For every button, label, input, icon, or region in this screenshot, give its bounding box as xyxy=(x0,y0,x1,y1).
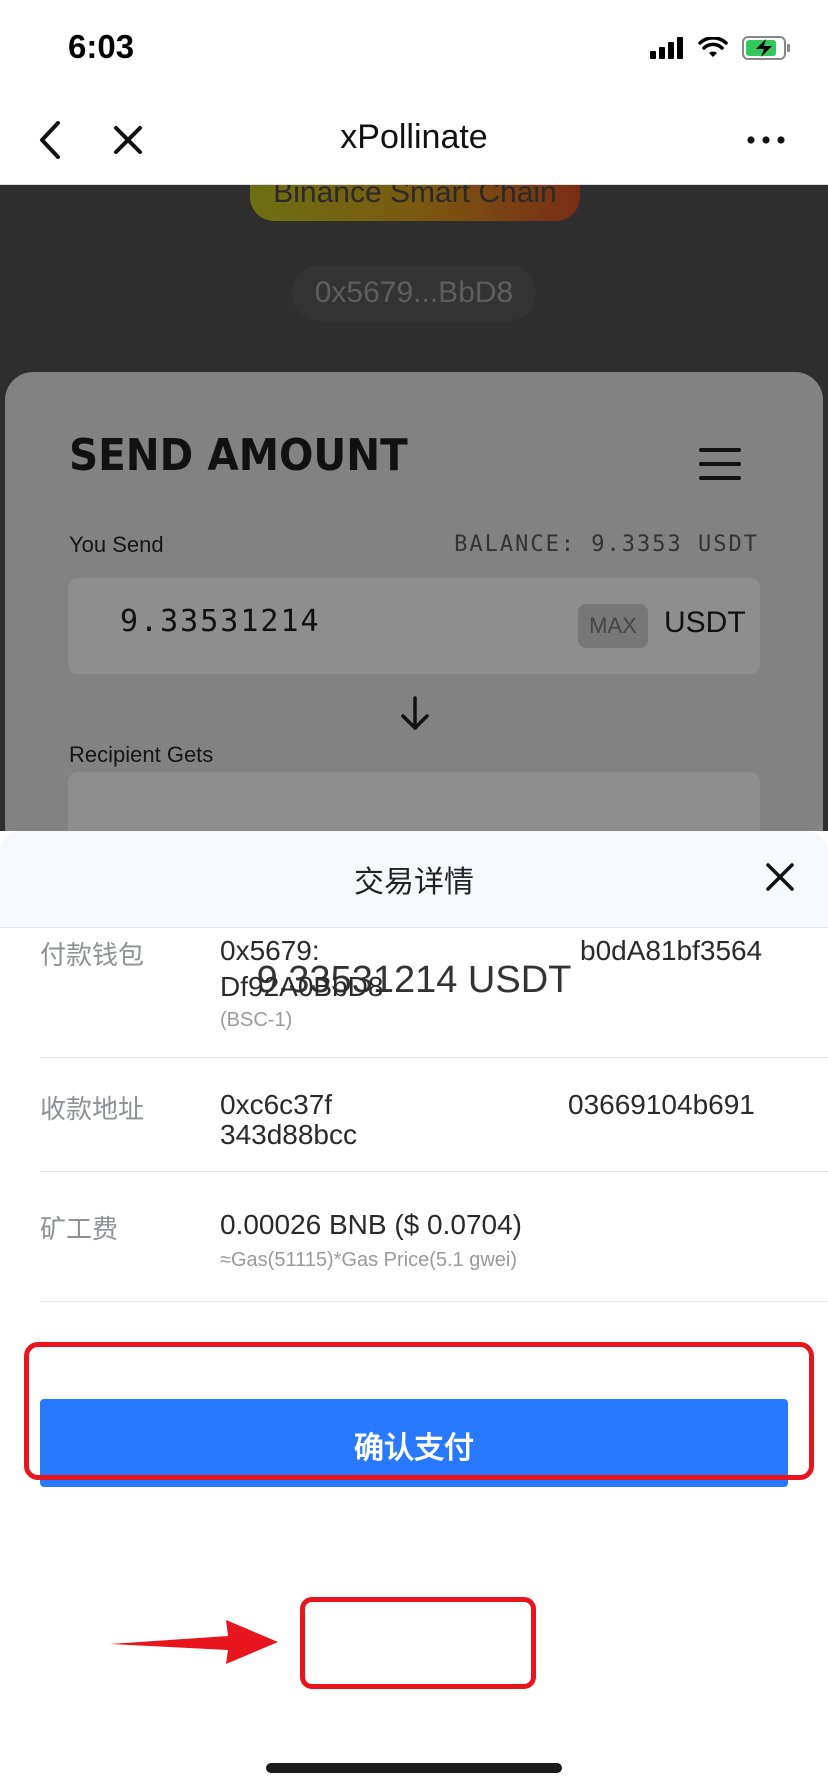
divider xyxy=(40,1057,828,1058)
signal-icon xyxy=(650,37,683,59)
send-card: SEND AMOUNT You Send BALANCE: 9.3353 USD… xyxy=(5,372,823,831)
send-title: SEND AMOUNT xyxy=(69,430,408,481)
status-bar: 6:03 xyxy=(0,0,828,96)
pay-wallet-address-line2: Df92A0BbD8 xyxy=(220,971,384,1002)
sheet-header: 交易详情 xyxy=(0,831,828,928)
page-title: xPollinate xyxy=(340,118,488,156)
sheet-title: 交易详情 xyxy=(354,865,474,900)
pay-wallet-network: (BSC-1) xyxy=(220,1009,293,1031)
send-amount-value: 9.33531214 xyxy=(120,604,321,639)
close-icon[interactable] xyxy=(762,859,798,895)
recipient-gets-label: Recipient Gets xyxy=(69,742,214,767)
more-button[interactable] xyxy=(744,118,788,162)
divider xyxy=(40,1301,828,1302)
miner-fee-value[interactable]: 0.00026 BNB ($ 0.0704) xyxy=(220,1209,522,1241)
send-amount-field[interactable]: 9.33531214 MAX USDT xyxy=(68,578,760,674)
receive-address-end: 03669104b691 xyxy=(568,1089,755,1120)
fee-highlight-annotation xyxy=(24,1342,814,1480)
arrow-down-icon xyxy=(401,696,429,730)
more-icon xyxy=(747,136,785,144)
status-time: 6:03 xyxy=(68,28,135,65)
dapp-page: Binance Smart Chain 0x5679...BbD8 SEND A… xyxy=(0,185,828,831)
miner-fee-detail: ≈Gas(51115)*Gas Price(5.1 gwei) xyxy=(220,1249,518,1271)
receive-address-label: 收款地址 xyxy=(40,1095,145,1125)
max-button[interactable]: MAX xyxy=(578,604,648,648)
wifi-icon xyxy=(698,37,728,57)
chevron-right-icon[interactable] xyxy=(764,1398,792,1434)
menu-button[interactable] xyxy=(699,448,741,490)
you-send-label: You Send xyxy=(69,532,164,557)
pay-wallet-address-end: b0dA81bf3564 xyxy=(580,935,763,966)
balance-label: BALANCE: 9.3353 USDT xyxy=(454,532,759,557)
battery-charging-icon xyxy=(742,36,790,60)
nav-bar: xPollinate xyxy=(0,96,828,185)
receive-address-start: 0xc6c37f xyxy=(220,1089,333,1120)
chain-badge[interactable]: Binance Smart Chain xyxy=(250,185,580,221)
home-indicator xyxy=(266,1763,562,1773)
recipient-amount-field[interactable] xyxy=(68,772,760,831)
pay-wallet-label: 付款钱包 xyxy=(40,941,145,971)
wallet-address-pill[interactable]: 0x5679...BbD8 xyxy=(292,265,536,321)
menu-line xyxy=(699,448,741,452)
pay-wallet-address-start: 0x5679: xyxy=(220,935,320,966)
status-icons xyxy=(650,36,792,60)
confirm-highlight-annotation xyxy=(300,1597,536,1689)
menu-line xyxy=(699,462,741,466)
red-arrow-annotation xyxy=(110,1620,278,1664)
divider xyxy=(40,1171,828,1172)
menu-line xyxy=(699,476,741,480)
receive-address-line2: 343d88bcc xyxy=(220,1119,358,1150)
miner-fee-label: 矿工费 xyxy=(40,1215,119,1245)
currency-label: USDT xyxy=(664,606,746,639)
